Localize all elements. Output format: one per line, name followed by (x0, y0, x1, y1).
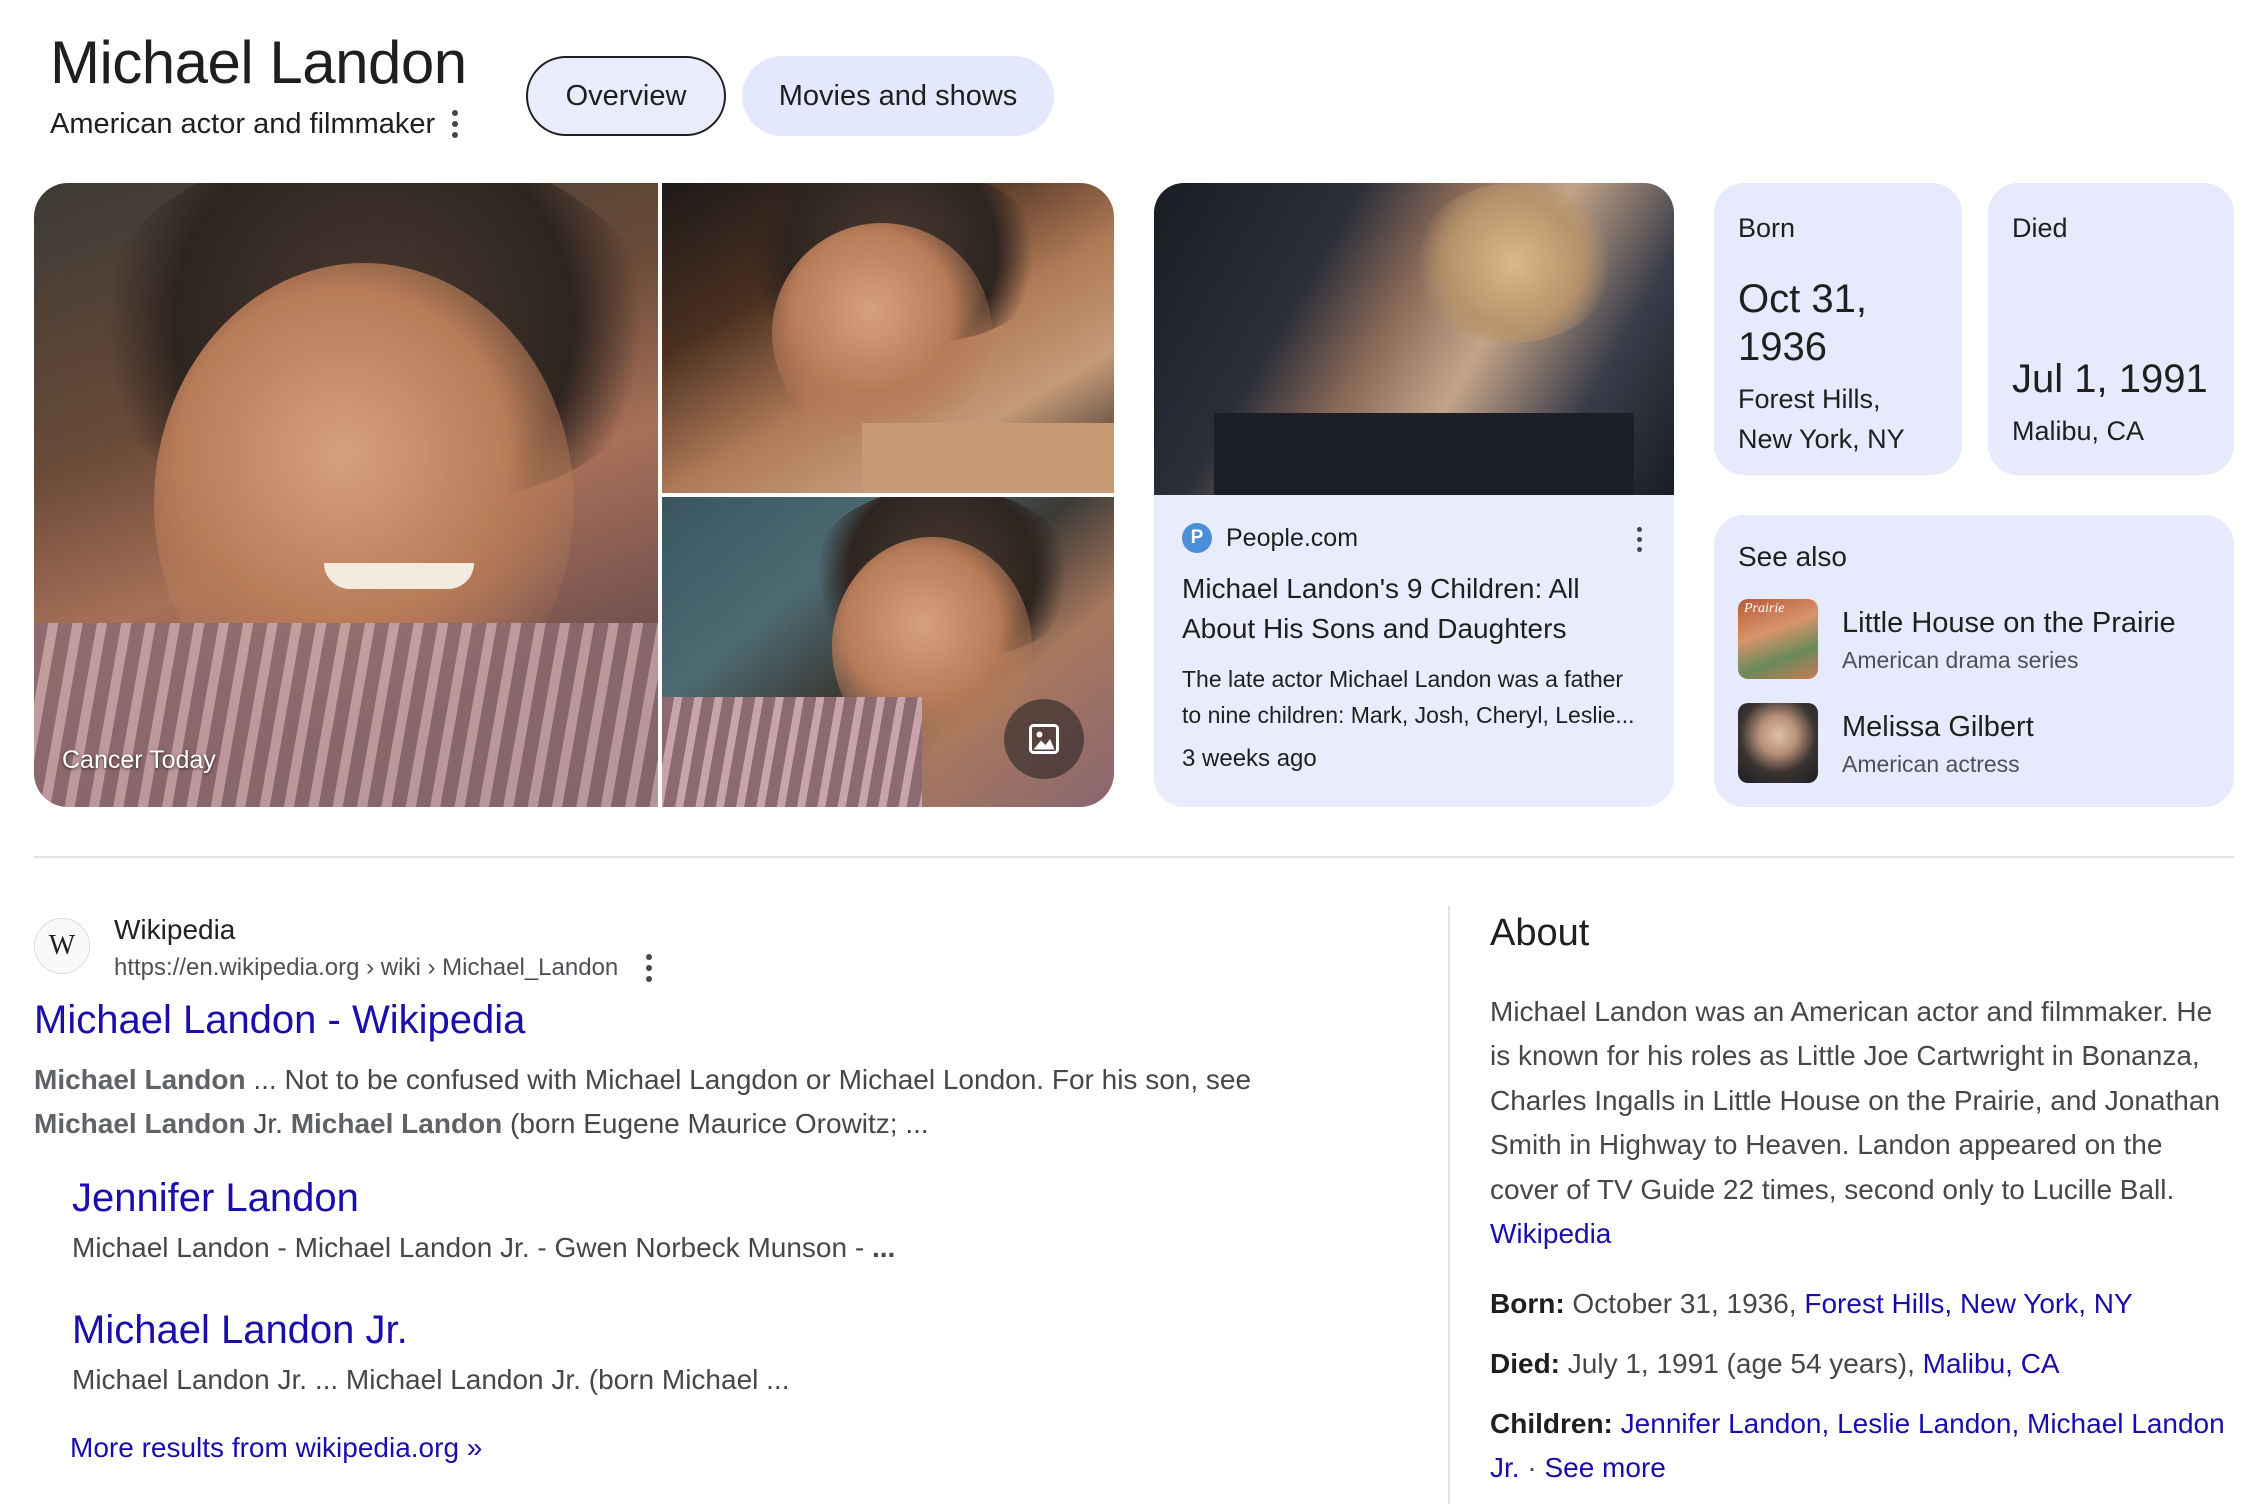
about-died-row: Died: July 1, 1991 (age 54 years), Malib… (1490, 1348, 2060, 1379)
about-source-link[interactable]: Wikipedia (1490, 1218, 1611, 1249)
news-card[interactable]: P People.com Michael Landon's 9 Children… (1154, 183, 1674, 807)
image-caption: Cancer Today (62, 746, 216, 774)
died-place: Malibu, CA (2012, 416, 2145, 446)
child-link[interactable]: Jennifer Landon (1621, 1408, 1822, 1439)
forest-hills-link[interactable]: Forest Hills (1804, 1288, 1944, 1319)
born-card[interactable]: Born Oct 31, 1936 Forest Hills, New York… (1714, 183, 1962, 475)
sublink-michael-landon-jr[interactable]: Michael Landon Jr. (72, 1308, 408, 1353)
sublink-snippet: Michael Landon - Michael Landon Jr. - Gw… (72, 1232, 896, 1263)
news-snippet: The late actor Michael Landon was a fath… (1182, 666, 1635, 728)
result-title-link[interactable]: Michael Landon - Wikipedia (34, 998, 525, 1043)
main-portrait-image[interactable]: Cancer Today (34, 183, 658, 807)
see-also-name: Melissa Gilbert (1842, 711, 2034, 743)
result-more-icon[interactable] (634, 950, 664, 986)
wikipedia-logo: W (34, 918, 90, 974)
see-also-item[interactable]: Melissa Gilbert American actress (1738, 703, 2208, 785)
news-title[interactable]: Michael Landon's 9 Children: All About H… (1182, 569, 1652, 649)
about-heading: About (1490, 912, 1590, 954)
child-link[interactable]: Leslie Landon (1837, 1408, 2011, 1439)
born-label: Born (1738, 213, 1796, 243)
born-date: Oct 31, 1936 (1738, 277, 1867, 369)
section-divider (34, 856, 2234, 858)
entity-title: Michael Landon (50, 29, 467, 96)
melissa-gilbert-thumbnail (1738, 703, 1818, 783)
tab-overview[interactable]: Overview (526, 56, 726, 136)
result-site-name[interactable]: Wikipedia (114, 914, 235, 946)
news-more-icon[interactable] (1624, 521, 1654, 557)
malibu-link[interactable]: Malibu, CA (1923, 1348, 2060, 1379)
see-also-description: American drama series (1842, 647, 2079, 673)
portrait-image-3[interactable] (662, 497, 1114, 807)
died-card[interactable]: Died Jul 1, 1991 Malibu, CA (1988, 183, 2234, 475)
more-options-icon[interactable] (440, 106, 470, 142)
see-also-description: American actress (1842, 751, 2020, 777)
see-also-name: Little House on the Prairie (1842, 607, 2176, 639)
born-place: Forest Hills, New York, NY (1738, 384, 1905, 454)
little-house-thumbnail: Prairie (1738, 599, 1818, 679)
sublink-jennifer-landon[interactable]: Jennifer Landon (72, 1176, 359, 1221)
tab-movies-and-shows[interactable]: Movies and shows (742, 56, 1054, 136)
new-york-link[interactable]: New York, NY (1960, 1288, 2133, 1319)
see-also-item[interactable]: Prairie Little House on the Prairie Amer… (1738, 599, 2208, 681)
about-description: Michael Landon was an American actor and… (1490, 996, 2220, 1250)
about-born-row: Born: October 31, 1936, Forest Hills, Ne… (1490, 1288, 2133, 1319)
see-also-card: See also Prairie Little House on the Pra… (1714, 515, 2234, 807)
column-divider (1448, 906, 1450, 1504)
died-date: Jul 1, 1991 (2012, 357, 2208, 401)
see-also-title: See also (1738, 541, 1847, 572)
news-source: P People.com (1182, 523, 1358, 553)
image-mosaic: Cancer Today (34, 183, 1114, 807)
images-icon[interactable] (1004, 699, 1084, 779)
about-children-row: Children: Jennifer Landon, Leslie Landon… (1490, 1408, 2225, 1483)
result-snippet: Michael Landon ... Not to be confused wi… (34, 1064, 1252, 1139)
see-more-link[interactable]: See more (1544, 1452, 1665, 1483)
sublink-snippet: Michael Landon Jr. ... Michael Landon Jr… (72, 1364, 790, 1395)
news-image (1154, 183, 1674, 495)
entity-subtitle: American actor and filmmaker (50, 108, 436, 140)
news-source-name: People.com (1226, 523, 1359, 552)
result-url[interactable]: https://en.wikipedia.org › wiki › Michae… (114, 954, 618, 982)
portrait-image-2[interactable] (662, 183, 1114, 493)
people-logo: P (1182, 523, 1212, 553)
news-age: 3 weeks ago (1182, 745, 1317, 772)
died-label: Died (2012, 213, 2068, 243)
more-results-link[interactable]: More results from wikipedia.org » (70, 1432, 482, 1464)
